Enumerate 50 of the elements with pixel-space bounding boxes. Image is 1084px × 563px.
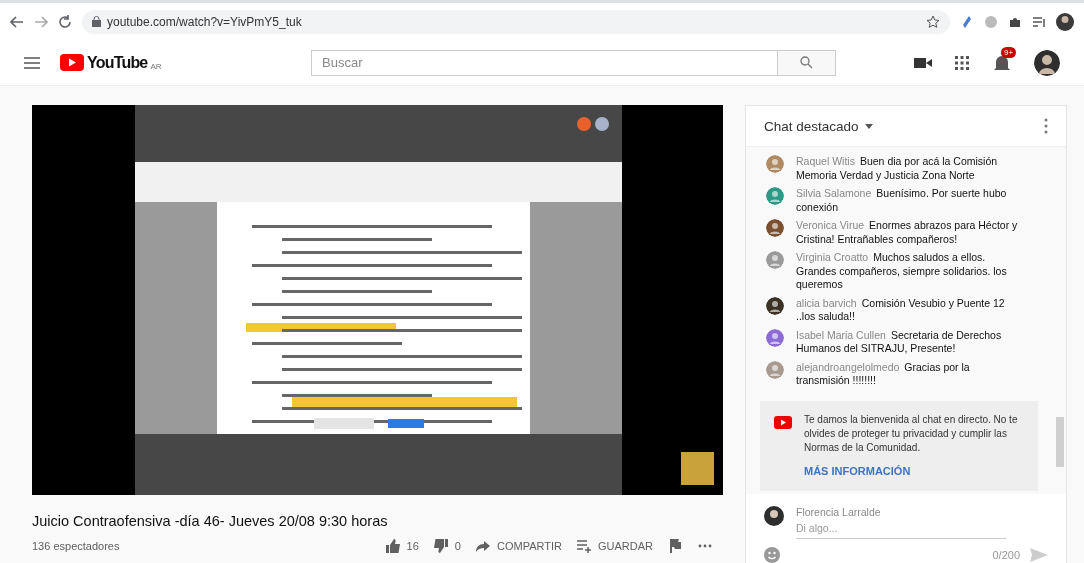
playlist-add-icon xyxy=(576,538,592,554)
url-text: youtube.com/watch?v=YivPmY5_tuk xyxy=(107,14,302,29)
video-title: Juicio Contraofensiva -día 46- Jueves 20/08 9:30 horas xyxy=(32,513,389,529)
play-logo-icon xyxy=(774,415,792,429)
character-counter: 0/200 xyxy=(992,549,1020,561)
emoji-icon[interactable] xyxy=(764,547,780,563)
more-info-link[interactable]: MÁS INFORMACIÓN xyxy=(804,464,911,477)
chat-message: alejandroangelolmedo Gracias por la transmisión !!!!!!!! xyxy=(796,360,971,388)
search-button[interactable] xyxy=(778,49,836,76)
chat-message: Isabel Maria Cullen Secretaria de Derechos Humanos del SITRAJU, Presente! xyxy=(796,328,1003,356)
chat-message: Raquel Witis Buen dia por acá la Comisión Memoria Verdad y Justicia Zona Norte xyxy=(796,155,999,182)
chat-message: Silvia Salamone Buenísimo. Por suerte hubo conexión xyxy=(796,187,1008,214)
dropdown-caret-icon[interactable] xyxy=(864,123,873,129)
chat-message: alicia barvich Comisión Vesubio y Puente 12 ..los saluda!! xyxy=(796,296,1006,324)
share-arrow-icon xyxy=(475,538,491,554)
video-camera-icon[interactable] xyxy=(914,55,932,70)
share-button[interactable]: COMPARTIR xyxy=(475,538,562,554)
search-field[interactable]: Buscar xyxy=(311,49,778,76)
search-icon xyxy=(800,56,813,69)
lock-icon xyxy=(92,16,101,27)
play-logo-icon xyxy=(60,54,84,71)
flag-icon[interactable] xyxy=(667,538,683,554)
account-avatar[interactable] xyxy=(1034,49,1060,76)
address-bar[interactable]: youtube.com/watch?v=YivPmY5_tuk xyxy=(82,9,950,34)
chat-message: Veronica Virue Enormes abrazos para Héctor y Cristina! Entrañables compañeros! xyxy=(796,219,1019,246)
profile-avatar[interactable] xyxy=(1056,12,1074,31)
star-icon[interactable] xyxy=(926,14,940,29)
chat-message: Virginia Croatto Muchos saludos a ellos. Grandes compañeros, siempre solidarios. los queremos xyxy=(796,251,1008,292)
thumbs-down-icon[interactable] xyxy=(432,538,449,554)
viewer-count: 136 espectadores xyxy=(32,540,120,552)
save-button[interactable]: GUARDAR xyxy=(576,538,653,554)
chat-input[interactable]: Di algo... xyxy=(796,518,1006,539)
thumbs-up-icon[interactable] xyxy=(384,538,401,554)
like-count: 16 xyxy=(406,540,419,552)
user-avatar xyxy=(764,506,784,526)
scrollbar-thumb[interactable] xyxy=(1056,417,1064,467)
more-options-icon[interactable] xyxy=(1044,118,1048,134)
menu-icon[interactable] xyxy=(24,56,40,69)
notification-badge: 9+ xyxy=(1001,46,1017,58)
logo-text[interactable]: YouTube xyxy=(87,53,148,72)
chat-title[interactable]: Chat destacado xyxy=(764,118,859,134)
apps-grid-icon[interactable] xyxy=(954,54,970,71)
back-icon[interactable] xyxy=(10,14,24,29)
dislike-count: 0 xyxy=(454,540,461,552)
playlist-icon[interactable] xyxy=(1032,14,1046,29)
reload-icon[interactable] xyxy=(58,14,72,29)
user-name: Florencia Larralde xyxy=(796,506,882,518)
region-label: AR xyxy=(150,61,162,71)
banner-text: Te damos la bienvenida al chat en directo. No te olvides de proteger tu privacidad y cumplir las Normas de la Comunidad. xyxy=(804,412,1019,455)
extension-icon[interactable] xyxy=(960,14,974,29)
